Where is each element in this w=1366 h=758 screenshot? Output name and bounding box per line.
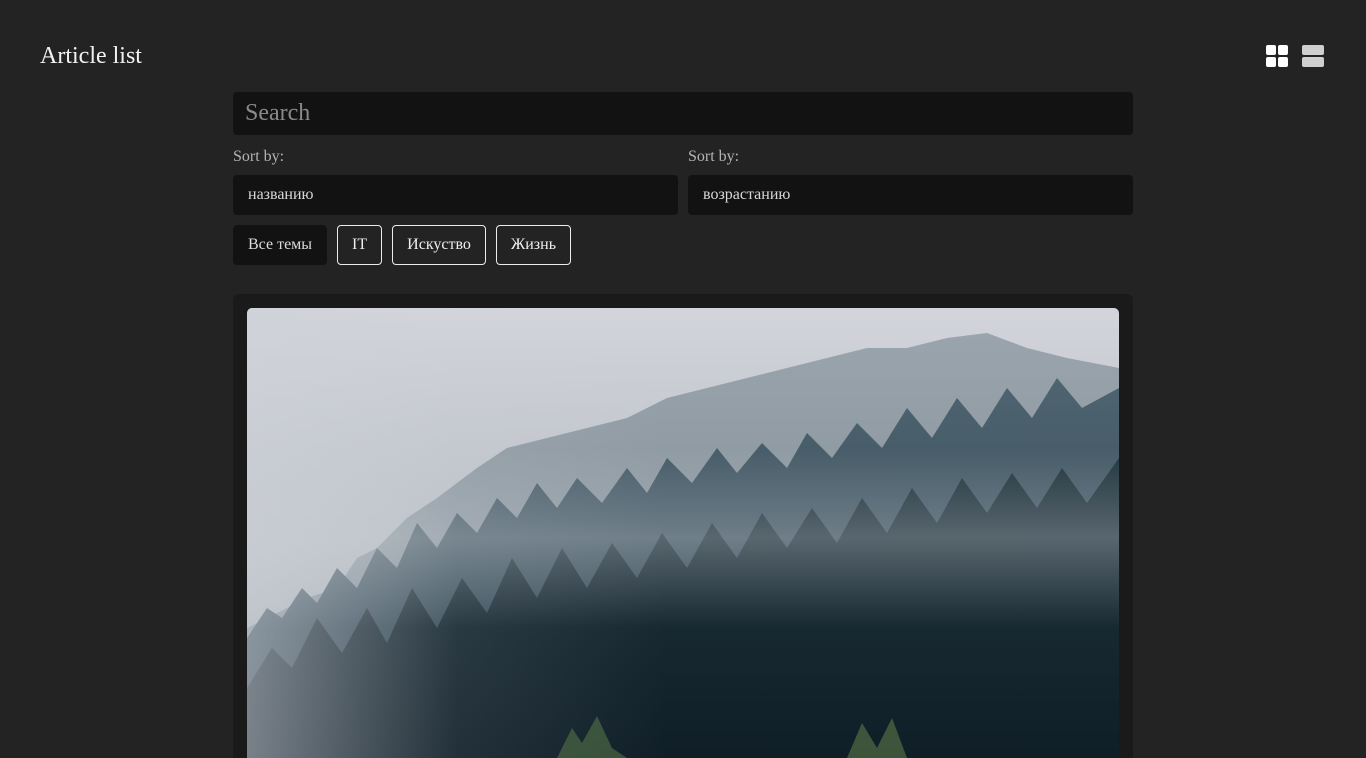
article-card[interactable] bbox=[233, 294, 1133, 758]
article-filters: Sort by: названию Sort by: возрастанию В… bbox=[233, 92, 1133, 265]
sort-order-select[interactable]: возрастанию bbox=[688, 175, 1133, 215]
sort-order-label: Sort by: bbox=[688, 148, 740, 165]
sort-order-group: Sort by: возрастанию bbox=[688, 148, 1133, 215]
topic-tabs: Все темы IT Искуство Жизнь bbox=[233, 225, 1133, 265]
sort-field-group: Sort by: названию bbox=[233, 148, 678, 215]
list-icon bbox=[1302, 45, 1324, 67]
grid-view-button[interactable] bbox=[1266, 45, 1288, 67]
foggy-forest-image bbox=[247, 308, 1119, 758]
sort-field-select[interactable]: названию bbox=[233, 175, 678, 215]
article-image[interactable] bbox=[247, 308, 1119, 758]
list-view-button[interactable] bbox=[1302, 45, 1324, 67]
grid-icon bbox=[1266, 45, 1288, 67]
page-title: Article list bbox=[40, 43, 142, 69]
search-input[interactable] bbox=[233, 92, 1133, 135]
sort-field-label: Sort by: bbox=[233, 148, 285, 165]
sort-row: Sort by: названию Sort by: возрастанию bbox=[233, 148, 1133, 215]
topic-it[interactable]: IT bbox=[337, 225, 383, 265]
topic-life[interactable]: Жизнь bbox=[495, 225, 571, 265]
topic-all[interactable]: Все темы bbox=[233, 225, 328, 265]
view-toggle bbox=[1266, 45, 1324, 67]
topic-art[interactable]: Искуство bbox=[392, 225, 486, 265]
